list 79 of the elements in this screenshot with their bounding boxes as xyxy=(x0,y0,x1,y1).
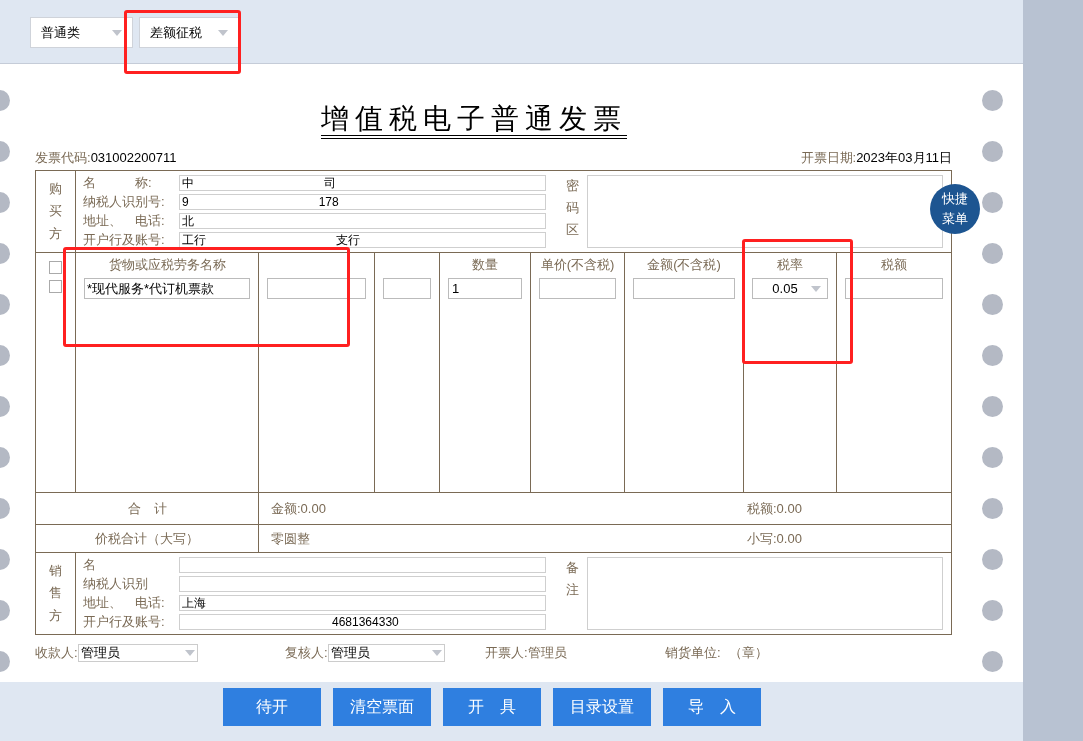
signature-value: （章） xyxy=(728,644,768,663)
signature-label: 销货单位: xyxy=(665,644,721,663)
punch-hole xyxy=(982,600,1003,621)
punch-hole xyxy=(982,396,1003,417)
input-field[interactable]: 1 xyxy=(448,278,522,299)
input-field[interactable] xyxy=(179,557,546,573)
punch-hole xyxy=(982,141,1003,162)
totals-label: 合 计 xyxy=(127,499,167,518)
area-label: 密码区 xyxy=(566,177,579,240)
cipher-area[interactable] xyxy=(587,175,943,248)
action-button[interactable]: 导 入 xyxy=(662,688,761,726)
caret-icon xyxy=(218,29,228,36)
input-field[interactable]: 北 xyxy=(179,213,546,229)
action-button[interactable]: 开 具 xyxy=(442,688,541,726)
dropdown[interactable]: 普通类 xyxy=(30,17,133,48)
input-field[interactable]: 4681364330 xyxy=(179,614,546,630)
amount-in-words: 零圆整 xyxy=(271,529,311,548)
total-tax: 税额:0.00 xyxy=(747,499,802,518)
input-field[interactable] xyxy=(539,278,616,299)
field-label: 纳税人识别号: xyxy=(83,193,166,212)
caret-icon xyxy=(811,285,821,292)
field-label: 开户行及账号: xyxy=(83,613,166,632)
punch-hole xyxy=(982,651,1003,672)
caret-icon xyxy=(432,650,442,656)
punch-hole xyxy=(982,90,1003,111)
side-label: 购买方 xyxy=(49,180,62,243)
input-field[interactable]: 中 司 xyxy=(179,175,546,191)
checkbox[interactable] xyxy=(49,261,62,274)
input-field[interactable] xyxy=(267,278,366,299)
punch-hole xyxy=(982,549,1003,570)
input-field[interactable]: 工行 支行 xyxy=(179,232,546,248)
invoice-code: 发票代码:031002200711 xyxy=(35,148,177,167)
field-label: 纳税人识别 xyxy=(83,575,149,594)
column-header: 数量 xyxy=(472,255,498,274)
total-amount: 金额:0.00 xyxy=(271,499,327,518)
invoice-title: 增值税电子普通发票 xyxy=(320,105,627,139)
signature-label: 复核人: xyxy=(285,644,328,663)
remarks-area[interactable] xyxy=(587,557,943,630)
input-field[interactable] xyxy=(179,576,546,592)
action-button[interactable]: 清空票面 xyxy=(332,688,431,726)
signature-label: 开票人: xyxy=(485,644,528,663)
field-label: 名 xyxy=(83,556,97,575)
caret-icon xyxy=(184,650,195,656)
area-label: 备注 xyxy=(566,559,579,600)
input-field[interactable]: 上海 xyxy=(179,595,546,611)
signature-label: 收款人: xyxy=(35,644,78,663)
column-header: 税率 xyxy=(777,255,803,274)
dropdown[interactable]: 差额征税 xyxy=(139,17,239,48)
invoice-date: 开票日期:2023年03月11日 xyxy=(800,148,952,167)
caret-icon xyxy=(112,29,122,36)
punch-hole xyxy=(982,192,1003,213)
field-label: 开户行及账号: xyxy=(83,231,166,250)
punch-hole xyxy=(982,498,1003,519)
input-field[interactable] xyxy=(845,278,943,299)
punch-hole xyxy=(982,447,1003,468)
column-header: 金额(不含税) xyxy=(647,255,721,274)
column-header: 税额 xyxy=(881,255,907,274)
dropdown[interactable]: 0.05 xyxy=(752,278,828,299)
field-label: 名 称: xyxy=(83,174,153,193)
field-label: 地址、 电话: xyxy=(83,594,166,613)
input-field[interactable] xyxy=(383,278,431,299)
action-button[interactable]: 待开 xyxy=(222,688,321,726)
punch-hole xyxy=(982,243,1003,264)
field-label: 地址、 电话: xyxy=(83,212,166,231)
grand-total-label: 价税合计（大写） xyxy=(95,529,199,548)
column-header: 单价(不含税) xyxy=(540,255,615,274)
amount-in-figures: 小写:0.00 xyxy=(747,529,802,548)
input-field[interactable]: *现代服务*代订机票款 xyxy=(84,278,250,299)
action-button[interactable]: 目录设置 xyxy=(552,688,651,726)
side-label: 销售方 xyxy=(49,562,62,625)
column-header: 货物或应税劳务名称 xyxy=(108,255,226,274)
dropdown[interactable]: 管理员 xyxy=(77,644,198,662)
checkbox[interactable] xyxy=(49,280,62,293)
punch-hole xyxy=(982,345,1003,366)
input-field[interactable]: 9 178 xyxy=(179,194,546,210)
punch-hole xyxy=(982,294,1003,315)
quick-menu-button[interactable]: 快捷菜单 xyxy=(930,184,980,234)
dropdown[interactable]: 管理员 xyxy=(327,644,445,662)
input-field[interactable] xyxy=(633,278,735,299)
